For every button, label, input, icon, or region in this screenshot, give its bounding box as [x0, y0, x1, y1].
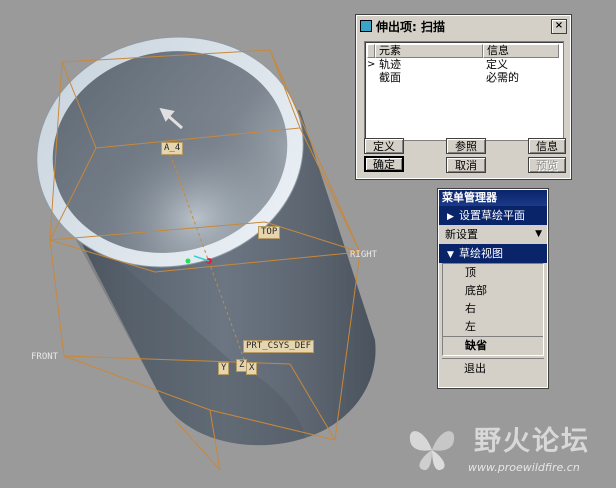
watermark-name: 野火论坛: [474, 426, 590, 457]
set-sketch-plane-label: 设置草绘平面: [459, 209, 525, 222]
menu-manager-title: 菜单管理器: [439, 190, 547, 206]
element-info: 必需的: [486, 71, 519, 84]
exit-menu-item[interactable]: 退出: [442, 358, 544, 379]
forum-watermark: 野火论坛 www.proewildfire.cn: [404, 417, 610, 483]
dialog-app-icon: [360, 20, 372, 32]
close-icon[interactable]: ×: [551, 19, 567, 34]
dialog-title: 伸出项: 扫描: [376, 19, 445, 34]
butterfly-logo-icon: [409, 431, 455, 471]
element-list[interactable]: 元素 信息 > 轨迹 定义 截面 必需的: [364, 41, 564, 141]
menu-manager: 菜单管理器 ▶ 设置草绘平面 新设置 ▼ ▼ 草绘视图 顶 底部 右 左 缺省 退出: [437, 188, 549, 389]
reference-button[interactable]: 参照: [446, 138, 486, 154]
view-option-left[interactable]: 左: [443, 318, 543, 336]
list-item[interactable]: > 轨迹 定义: [367, 58, 561, 71]
sketch-view-options: 顶 底部 右 左 缺省: [442, 263, 544, 356]
element-column-header[interactable]: 元素: [375, 44, 483, 58]
new-settings-label: 新设置: [445, 228, 478, 241]
caret-down-icon: ▼: [447, 250, 454, 260]
view-option-bottom[interactable]: 底部: [443, 282, 543, 300]
watermark-url: www.proewildfire.cn: [468, 461, 580, 474]
top-plane-label[interactable]: TOP: [258, 226, 281, 239]
element-name: 截面: [379, 71, 401, 84]
view-option-top[interactable]: 顶: [443, 264, 543, 282]
marker-column-header: [367, 44, 375, 58]
right-plane-label[interactable]: RIGHT: [348, 250, 379, 261]
current-item-marker: >: [367, 59, 376, 70]
csys-label[interactable]: PRT_CSYS_DEF: [243, 340, 315, 353]
dialog-titlebar[interactable]: 伸出项: 扫描 ×: [357, 16, 570, 37]
info-column-header[interactable]: 信息: [483, 44, 559, 58]
view-option-default[interactable]: 缺省: [443, 336, 543, 355]
sketch-view-label: 草绘视图: [459, 247, 503, 260]
view-option-right[interactable]: 右: [443, 300, 543, 318]
new-settings-item[interactable]: 新设置 ▼: [439, 225, 547, 244]
ok-button[interactable]: 确定: [364, 156, 404, 172]
preview-button[interactable]: 预览: [528, 157, 566, 173]
csys-x-label: X: [246, 362, 258, 375]
sweep-dialog: 伸出项: 扫描 × 元素 信息 > 轨迹 定义 截面 必需的 定义 参照 信息 …: [355, 14, 572, 180]
define-button[interactable]: 定义: [364, 138, 404, 154]
element-info: 定义: [486, 58, 508, 71]
current-item-marker: [367, 71, 375, 84]
list-item[interactable]: 截面 必需的: [367, 71, 561, 84]
list-header: 元素 信息: [367, 44, 561, 58]
dropdown-arrow-icon: ▼: [535, 229, 542, 239]
cancel-button[interactable]: 取消: [446, 157, 486, 173]
element-name: 轨迹: [379, 58, 401, 71]
sketch-view-item[interactable]: ▼ 草绘视图: [439, 244, 547, 263]
info-button[interactable]: 信息: [528, 138, 566, 154]
csys-y-label: Y: [218, 362, 230, 375]
axis-label[interactable]: A_4: [161, 142, 184, 155]
set-sketch-plane-item[interactable]: ▶ 设置草绘平面: [439, 206, 547, 225]
front-plane-label[interactable]: FRONT: [29, 352, 60, 363]
